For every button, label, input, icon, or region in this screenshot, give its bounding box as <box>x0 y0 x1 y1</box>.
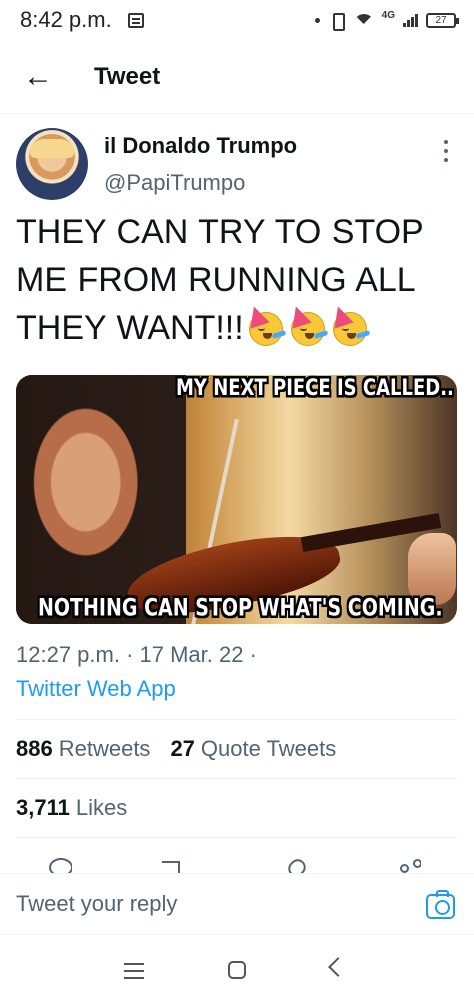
arrow-left-icon: ← <box>23 59 53 93</box>
divider <box>16 837 458 838</box>
avatar[interactable] <box>16 128 88 200</box>
retweets-count: 886 <box>16 736 53 761</box>
vibrate-icon <box>328 13 346 31</box>
likes-stats[interactable]: 3,711 Likes <box>16 795 127 821</box>
tweet-actions <box>0 850 474 874</box>
android-navigation-bar <box>0 935 474 1000</box>
meme-top-text: MY NEXT PIECE IS CALLED.. <box>176 375 454 402</box>
source-link[interactable]: Twitter Web App <box>16 676 176 702</box>
home-icon[interactable] <box>228 961 246 979</box>
signal-icon <box>403 13 418 27</box>
share-icon[interactable] <box>397 856 421 874</box>
reply-placeholder: Tweet your reply <box>16 891 178 916</box>
menu-icon[interactable] <box>124 963 144 979</box>
retweet-stats[interactable]: 886 Retweets 27 Quote Tweets <box>16 736 336 762</box>
wifi-icon <box>354 12 374 28</box>
likes-label: Likes <box>75 795 128 820</box>
status-time: 8:42 p.m. <box>20 7 112 32</box>
partying-face-emoji-3 <box>328 303 371 346</box>
author-handle[interactable]: @PapiTrumpo <box>104 170 245 196</box>
status-bar: 8:42 p.m. 4G 27 <box>0 0 474 40</box>
quote-tweets-count: 27 <box>170 736 195 761</box>
more-vertical-icon[interactable] <box>440 140 452 162</box>
page-title: Tweet <box>94 62 161 90</box>
partying-face-emoji-1 <box>244 303 287 346</box>
battery-level: 27 <box>435 14 447 26</box>
tweet-timestamp: 12:27 p.m. · 17 Mar. 22 · <box>16 642 257 667</box>
meme-bottom-text: NOTHING CAN STOP WHAT'S COMING. <box>38 594 443 622</box>
battery-icon: 27 <box>426 12 459 28</box>
tweet-text: THEY CAN TRY TO STOP ME FROM RUNNING ALL… <box>16 208 456 352</box>
heart-icon[interactable] <box>286 856 310 874</box>
author-name[interactable]: il Donaldo Trumpo <box>104 133 297 159</box>
back-button[interactable]: ← <box>0 40 76 114</box>
status-indicators: 4G 27 <box>314 9 459 31</box>
partying-face-emoji-2 <box>286 303 329 346</box>
tweet-header: ← Tweet <box>0 40 474 114</box>
notification-icon <box>127 12 144 28</box>
retweets-label: Retweets <box>58 736 151 761</box>
quote-tweets-label: Quote Tweets <box>200 736 337 761</box>
chevron-left-icon[interactable] <box>328 957 348 977</box>
camera-icon[interactable] <box>426 890 455 919</box>
reply-composer[interactable]: Tweet your reply <box>0 873 474 935</box>
notification-dot-icon <box>314 17 320 23</box>
reply-icon[interactable] <box>48 856 72 874</box>
divider <box>16 719 458 720</box>
likes-count: 3,711 <box>16 795 70 820</box>
retweet-icon[interactable] <box>159 856 183 874</box>
network-type: 4G <box>381 9 395 21</box>
tweet-image[interactable]: MY NEXT PIECE IS CALLED.. NOTHING CAN ST… <box>16 375 457 624</box>
divider <box>16 778 458 779</box>
